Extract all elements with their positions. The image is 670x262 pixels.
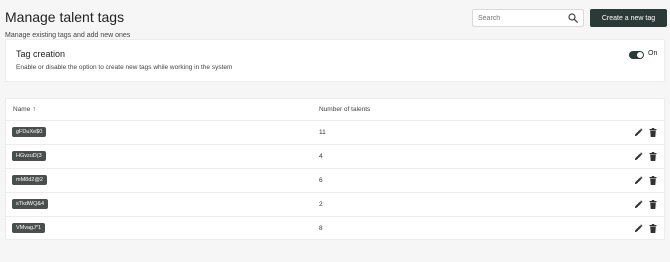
edit-icon[interactable] [634,200,643,209]
toggle-track[interactable] [629,51,644,59]
edit-icon[interactable] [634,176,643,185]
delete-icon[interactable] [649,176,657,185]
tag-chip: sTkdWQ&4 [12,199,49,209]
column-header-name[interactable]: Name ↑ [13,106,36,113]
tag-creation-toggle[interactable]: On [629,50,661,60]
toggle-knob[interactable] [637,52,643,58]
delete-icon[interactable] [649,152,657,161]
talent-count: 4 [319,153,323,160]
search-box[interactable] [472,9,584,27]
tag-chip: gFDuXe$0 [12,127,47,137]
page-title: Manage talent tags [5,9,125,25]
page-header: Manage talent tags Manage existing tags … [5,9,667,39]
tag-creation-description: Enable or disable the option to create n… [16,64,233,71]
tag-chip: HGvzuD(3 [12,151,46,161]
page-subtitle: Manage existing tags and add new ones [5,32,131,39]
create-tag-button[interactable]: Create a new tag [590,9,667,27]
edit-icon[interactable] [634,128,643,137]
search-icon[interactable] [568,13,578,23]
table-row: gFDuXe$0 11 [6,121,664,145]
tag-creation-title: Tag creation [16,49,66,59]
table-row: sTkdWQ&4 2 [6,193,664,217]
edit-icon[interactable] [634,152,643,161]
column-header-name-label: Name [13,106,31,113]
table-row: mM8d2@2 6 [6,169,664,193]
tag-chip: mM8d2@2 [12,175,47,185]
delete-icon[interactable] [649,128,657,137]
tag-chip: VMvagJ*1 [12,223,46,233]
table-row: VMvagJ*1 8 [6,217,664,241]
table-row: HGvzuD(3 4 [6,145,664,169]
talent-count: 6 [319,177,323,184]
talent-count: 11 [319,129,326,136]
sort-arrow-up-icon[interactable]: ↑ [32,106,36,113]
search-input[interactable] [478,13,566,24]
tag-creation-card: Tag creation Enable or disable the optio… [5,39,665,82]
tags-table: Name ↑ Number of talents gFDuXe$0 11 HGvzuD… [5,98,665,240]
talent-count: 8 [319,225,323,232]
delete-icon[interactable] [649,200,657,209]
edit-icon[interactable] [634,224,643,233]
talent-count: 2 [319,201,323,208]
table-header: Name ↑ Number of talents [6,99,664,121]
column-header-count: Number of talents [319,106,371,113]
toggle-state-label: On [648,50,658,57]
delete-icon[interactable] [649,224,657,233]
